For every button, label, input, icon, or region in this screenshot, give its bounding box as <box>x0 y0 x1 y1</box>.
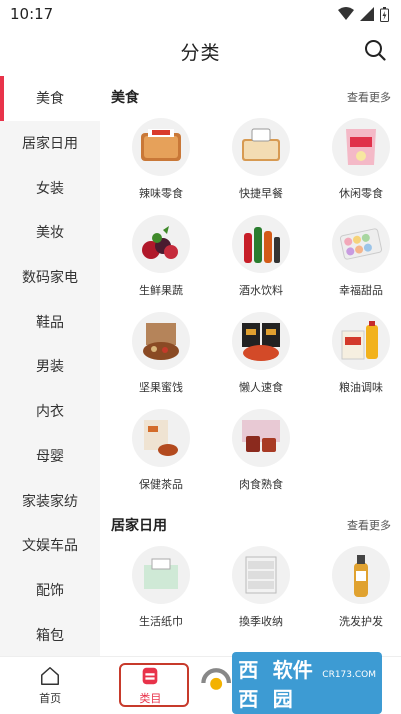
instant-food-image <box>232 312 290 370</box>
spicy-snack-image <box>132 118 190 176</box>
category-item[interactable]: 坚果蜜饯 <box>111 312 211 395</box>
wifi-icon <box>338 7 354 20</box>
tab-highlight-box <box>119 663 189 707</box>
battery-icon <box>380 6 389 22</box>
category-item[interactable]: 保健茶品 <box>111 409 211 492</box>
health-tea-image <box>132 409 190 467</box>
category-item[interactable]: 辣味零食 <box>111 118 211 201</box>
category-item[interactable]: 生活纸巾 <box>111 546 211 629</box>
category-item[interactable]: 幸福甜品 <box>311 215 401 298</box>
page-title: 分类 <box>180 41 221 64</box>
sidebar-item-shoes[interactable]: 鞋品 <box>0 299 100 344</box>
section-header-food: 美食 查看更多 <box>111 76 401 118</box>
household-grid: 生活纸巾 換季收纳 洗发护发 <box>111 546 401 629</box>
category-item[interactable]: 肉食熟食 <box>211 409 311 492</box>
food-grid: 辣味零食 快捷早餐 休闲零食 生鲜果蔬 酒水饮料 幸福甜品 坚果蜜饯 懒人速食 … <box>111 118 401 492</box>
grain-oil-image <box>332 312 390 370</box>
tissue-image <box>132 546 190 604</box>
category-item[interactable]: 粮油调味 <box>311 312 401 395</box>
tab-home[interactable]: 首页 <box>0 657 100 713</box>
sidebar-item-food[interactable]: 美食 <box>0 76 100 121</box>
view-more-link[interactable]: 查看更多 <box>347 517 391 533</box>
watermark-brand: 西西 <box>238 658 259 711</box>
category-item[interactable]: 生鲜果蔬 <box>111 215 211 298</box>
sidebar-item-accessories[interactable]: 配饰 <box>0 568 100 613</box>
shampoo-image <box>332 546 390 604</box>
sidebar-item-underwear[interactable]: 内衣 <box>0 389 100 434</box>
search-icon[interactable] <box>363 38 387 62</box>
category-item[interactable]: 懒人速食 <box>211 312 311 395</box>
category-item[interactable]: 洗发护发 <box>311 546 401 629</box>
category-item[interactable]: 酒水饮料 <box>211 215 311 298</box>
sidebar-item-home-textile[interactable]: 家装家纺 <box>0 478 100 523</box>
nuts-image <box>132 312 190 370</box>
category-content: 美食 查看更多 辣味零食 快捷早餐 休闲零食 生鲜果蔬 酒水饮料 幸福甜品 坚果… <box>100 76 401 657</box>
sidebar-item-household[interactable]: 居家日用 <box>0 121 100 166</box>
sidebar-item-beauty[interactable]: 美妆 <box>0 210 100 255</box>
sidebar-item-entertainment-car[interactable]: 文娱车品 <box>0 523 100 568</box>
casual-snack-image <box>332 118 390 176</box>
signal-icon <box>360 7 374 21</box>
section-title: 居家日用 <box>111 518 167 534</box>
sidebar-item-mens[interactable]: 男装 <box>0 344 100 389</box>
status-time: 10:17 <box>10 5 54 23</box>
watermark-url: CR173.COM <box>322 670 376 680</box>
category-item[interactable]: 休闲零食 <box>311 118 401 201</box>
watermark: 西西 软件园 CR173.COM <box>200 652 382 714</box>
sidebar-item-womens[interactable]: 女装 <box>0 165 100 210</box>
category-item[interactable]: 快捷早餐 <box>211 118 311 201</box>
fruit-vegetable-image <box>132 215 190 273</box>
home-icon <box>41 666 60 685</box>
section-title: 美食 <box>111 90 139 106</box>
cooked-meat-image <box>232 409 290 467</box>
category-item[interactable]: 換季收纳 <box>211 546 311 629</box>
storage-image <box>232 546 290 604</box>
watermark-logo-icon <box>201 668 232 690</box>
sidebar-item-digital[interactable]: 数码家电 <box>0 255 100 300</box>
section-header-household: 居家日用 查看更多 <box>111 504 401 546</box>
view-more-link[interactable]: 查看更多 <box>347 89 391 105</box>
status-bar: 10:17 <box>0 0 401 28</box>
sidebar-item-bags[interactable]: 箱包 <box>0 612 100 657</box>
sidebar-item-baby[interactable]: 母婴 <box>0 434 100 479</box>
bread-image <box>232 118 290 176</box>
category-sidebar: 美食 居家日用 女装 美妆 数码家电 鞋品 男装 内衣 母婴 家装家纺 文娱车品… <box>0 76 100 657</box>
dessert-image <box>332 215 390 273</box>
drinks-image <box>232 215 290 273</box>
watermark-sub: 软件园 <box>272 658 313 711</box>
header: 分类 <box>0 28 401 74</box>
